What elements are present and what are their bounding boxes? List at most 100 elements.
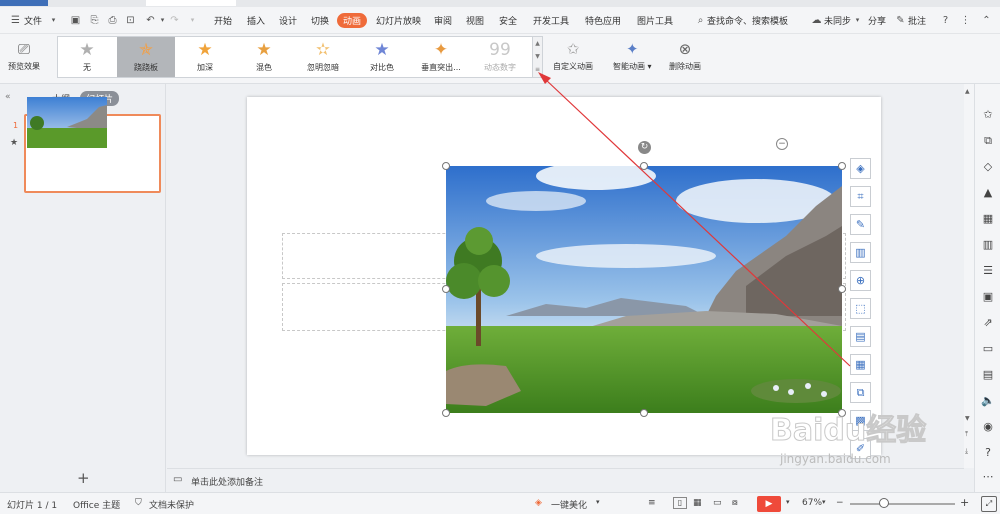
tab-5[interactable]: 幻灯片放映 xyxy=(376,14,421,27)
zoom-in-icon[interactable]: + xyxy=(960,496,969,509)
tab-10[interactable]: 特色应用 xyxy=(585,14,621,27)
prev-slide-icon[interactable]: ⤒ xyxy=(965,430,968,439)
document-icon[interactable]: ▤ xyxy=(981,368,995,382)
collapse-toolbar-icon[interactable]: − xyxy=(776,138,788,150)
add-slide-icon[interactable]: + xyxy=(77,469,90,487)
transition-icon[interactable]: ⧉ xyxy=(981,134,995,148)
redo-icon[interactable]: ↷ xyxy=(169,15,180,26)
help-icon[interactable]: ? xyxy=(940,15,951,26)
animation-effect-1[interactable]: ✯ 跷跷板 xyxy=(117,37,175,77)
fit-window-icon[interactable]: ⤢ xyxy=(981,496,997,512)
document-tab-active[interactable] xyxy=(146,0,236,6)
undo-dropdown-icon[interactable]: ▾ xyxy=(157,15,168,26)
gallery-expand-icon[interactable]: ≡ xyxy=(533,63,542,76)
shape-icon[interactable]: ◇ xyxy=(981,160,995,174)
more-tools-icon[interactable]: ⋯ xyxy=(981,470,995,484)
tab-1[interactable]: 插入 xyxy=(247,14,265,27)
share-export-icon[interactable]: ⇗ xyxy=(981,316,995,330)
normal-view-icon[interactable]: ▯ xyxy=(673,497,687,509)
tab-9[interactable]: 开发工具 xyxy=(533,14,569,27)
zoom-dropdown-icon[interactable]: ▾ xyxy=(822,498,826,506)
landscape-picture[interactable] xyxy=(446,166,842,413)
select-area-icon[interactable]: ⬚ xyxy=(850,298,871,319)
custom-animation-button[interactable]: ✩ 自定义动画 xyxy=(553,40,593,72)
tab-11[interactable]: 图片工具 xyxy=(637,14,673,27)
tab-7[interactable]: 视图 xyxy=(466,14,484,27)
smart-animation-button[interactable]: ✦ 智能动画 ▾ xyxy=(613,40,652,72)
animation-effect-0[interactable]: ★ 无 xyxy=(58,37,116,77)
export-icon[interactable]: ⎘ xyxy=(89,15,100,26)
split-image-icon[interactable]: ▥ xyxy=(850,242,871,263)
more-options-icon[interactable]: ⋮ xyxy=(960,15,971,26)
comment-button[interactable]: 批注 xyxy=(908,14,926,27)
gallery-down-icon[interactable]: ▼ xyxy=(533,50,542,63)
zoom-icon[interactable]: ⊕ xyxy=(850,270,871,291)
notes-placeholder[interactable]: 单击此处添加备注 xyxy=(191,475,263,488)
share-button[interactable]: 分享 xyxy=(868,14,886,27)
tab-2[interactable]: 设计 xyxy=(279,14,297,27)
preview-effect-button[interactable]: ⎚ 预览效果 xyxy=(8,40,40,72)
smart-animation-dropdown-icon[interactable]: ▾ xyxy=(645,62,652,71)
save-icon[interactable]: ▣ xyxy=(70,15,81,26)
theme-name[interactable]: Office 主题 xyxy=(73,498,120,511)
menu-hamburger-icon[interactable]: ☰ xyxy=(10,15,21,26)
animation-effect-5[interactable]: ★ 对比色 xyxy=(353,37,411,77)
resize-handle-sw[interactable] xyxy=(442,409,450,417)
image-grid-icon[interactable]: ▩ xyxy=(850,410,871,431)
animation-effect-6[interactable]: ✦ 垂直突出... xyxy=(412,37,470,77)
magic-wand-icon[interactable]: ✎ xyxy=(850,214,871,235)
collapse-ribbon-icon[interactable]: ⌃ xyxy=(981,15,992,26)
print-icon[interactable]: ⎙ xyxy=(107,15,118,26)
zoom-slider[interactable] xyxy=(850,503,955,505)
document-protection[interactable]: 文档未保护 xyxy=(149,498,194,511)
comment-icon[interactable]: ✎ xyxy=(895,15,906,26)
slide-sorter-icon[interactable]: ▦ xyxy=(693,498,702,508)
search-commands[interactable]: 查找命令、搜索模板 xyxy=(707,14,788,27)
resize-handle-s[interactable] xyxy=(640,409,648,417)
sync-status[interactable]: 未同步 xyxy=(824,14,851,27)
collapse-panel-icon[interactable]: « xyxy=(5,92,11,102)
presenter-view-icon[interactable]: ⧇ xyxy=(732,498,738,508)
scroll-up-icon[interactable]: ▲ xyxy=(965,88,970,95)
layout-icon[interactable]: ▦ xyxy=(981,212,995,226)
zoom-slider-thumb[interactable] xyxy=(879,498,889,508)
beautify-dropdown-icon[interactable]: ▾ xyxy=(596,498,600,506)
fill-icon[interactable]: ▲ xyxy=(981,186,995,200)
settings-sliders-icon[interactable]: ☰ xyxy=(981,264,995,278)
help-circle-icon[interactable]: ? xyxy=(981,446,995,460)
sound-icon[interactable]: 🔈 xyxy=(981,394,995,408)
undo-icon[interactable]: ↶ xyxy=(145,15,156,26)
gallery-scroller[interactable]: ▲ ▼ ≡ xyxy=(533,36,543,78)
tab-0[interactable]: 开始 xyxy=(214,14,232,27)
animation-effect-2[interactable]: ★ 加深 xyxy=(176,37,234,77)
zoom-out-icon[interactable]: − xyxy=(836,498,844,508)
gallery-up-icon[interactable]: ▲ xyxy=(533,37,542,50)
play-dropdown-icon[interactable]: ▾ xyxy=(786,498,790,506)
print-preview-icon[interactable]: ⊡ xyxy=(125,15,136,26)
resize-handle-se[interactable] xyxy=(838,409,846,417)
next-slide-icon[interactable]: ⤓ xyxy=(965,447,968,456)
beautify-button[interactable]: 一键美化 xyxy=(551,498,587,511)
image-to-text-icon[interactable]: ▤ xyxy=(850,326,871,347)
delete-animation-button[interactable]: ⊗ 删除动画 xyxy=(669,40,701,72)
resize-handle-n[interactable] xyxy=(640,162,648,170)
resize-handle-nw[interactable] xyxy=(442,162,450,170)
image-edit-icon[interactable]: ✐ xyxy=(850,438,871,459)
resize-handle-ne[interactable] xyxy=(838,162,846,170)
animation-effect-3[interactable]: ★ 混色 xyxy=(235,37,293,77)
chart-icon[interactable]: ▥ xyxy=(981,238,995,252)
resize-handle-e[interactable] xyxy=(838,285,846,293)
animation-effect-4[interactable]: ✫ 忽明忽暗 xyxy=(294,37,352,77)
scroll-down-icon[interactable]: ▼ xyxy=(965,415,970,422)
resize-handle-w[interactable] xyxy=(442,285,450,293)
tab-4[interactable]: 动画 xyxy=(337,13,368,28)
location-icon[interactable]: ◉ xyxy=(981,420,995,434)
chevron-down-icon[interactable]: ▾ xyxy=(48,15,59,26)
reading-view-icon[interactable]: ▭ xyxy=(713,498,722,508)
tab-3[interactable]: 切换 xyxy=(311,14,329,27)
more-quick-icon[interactable]: ▾ xyxy=(187,15,198,26)
tab-8[interactable]: 安全 xyxy=(499,14,517,27)
animation-pane-icon[interactable]: ✩ xyxy=(981,108,995,122)
notes-toggle-icon[interactable]: ≡ xyxy=(648,498,656,508)
layers-icon[interactable]: ◈ xyxy=(850,158,871,179)
